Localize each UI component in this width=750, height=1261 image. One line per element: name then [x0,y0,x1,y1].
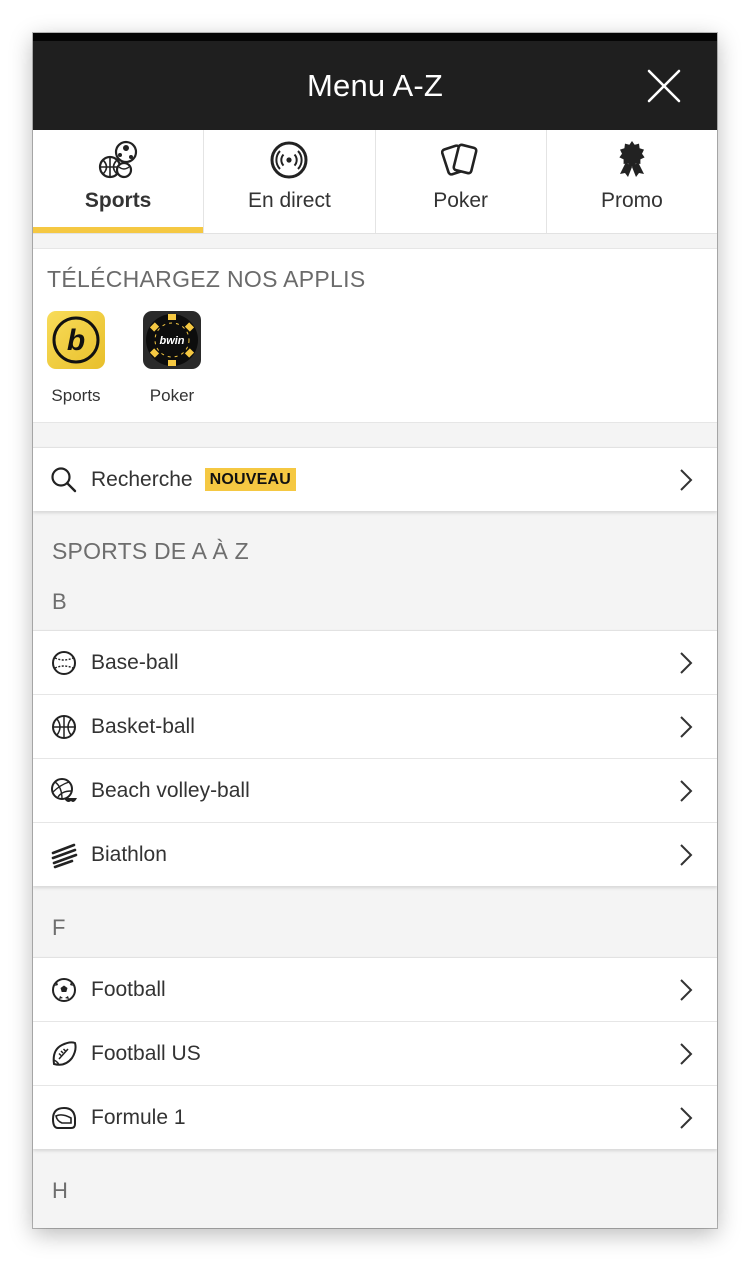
search-card: Recherche NOUVEAU [33,447,717,511]
sport-row-biathlon[interactable]: Biathlon [33,822,717,886]
beach-volleyball-icon [51,777,77,802]
tab-en-direct[interactable]: En direct [204,130,376,233]
tab-promo[interactable]: Promo [547,130,717,233]
racing-helmet-icon [51,1106,76,1129]
sport-label: Football US [91,1041,201,1065]
sport-row-beach-volleyball[interactable]: Beach volley-ball [33,758,717,822]
new-badge: NOUVEAU [204,468,296,491]
search-label: Recherche [91,467,193,491]
soccer-ball-icon [52,977,76,1002]
letter-heading-h: H [52,1178,68,1203]
close-button[interactable] [647,69,681,103]
svg-text:b: b [67,324,85,357]
app-list: b Sports bwin Poker [47,311,703,406]
menu-title: Menu A-Z [307,68,443,103]
sport-row-basketball[interactable]: Basket-ball [33,694,717,758]
tab-sports[interactable]: Sports [33,130,205,233]
chevron-right-icon [680,1042,693,1065]
letter-section-f: F [33,886,717,957]
live-broadcast-icon [270,141,308,179]
chevron-right-icon [680,651,693,674]
chevron-right-icon [680,843,693,866]
basketball-icon [52,714,76,739]
tab-sports-label: Sports [84,189,152,212]
sport-label: Formule 1 [91,1105,186,1129]
download-apps-section: TÉLÉCHARGEZ NOS APPLIS b Sports bwin Pok… [33,248,717,423]
tab-en-direct-label: En direct [247,189,331,212]
app-sports-label: Sports [51,386,101,405]
app-sports[interactable]: b Sports [47,311,143,406]
sport-label: Base-ball [91,650,179,674]
chevron-right-icon [680,779,693,802]
download-apps-title: TÉLÉCHARGEZ NOS APPLIS [47,266,366,292]
svg-text:bwin: bwin [159,335,184,347]
chevron-right-icon [680,715,693,738]
menu-header: Menu A-Z [33,33,717,130]
category-tabs: Sports En direct Poker Promo [33,130,717,234]
sport-label: Beach volley-ball [91,778,250,802]
close-icon [647,69,681,103]
sports-balls-icon [99,140,138,179]
app-poker-label: Poker [149,386,195,405]
letter-heading-f: F [52,915,66,940]
biathlon-icon [51,843,78,868]
tab-promo-label: Promo [600,189,663,212]
sport-row-baseball[interactable]: Base-ball [33,630,717,694]
tab-poker-label: Poker [433,189,489,212]
menu-panel: Menu A-Z Sports En direct Poker Promo TÉ… [33,33,717,1228]
letter-heading-b: B [52,589,67,614]
sports-az-title: SPORTS DE A À Z [52,538,249,564]
award-ribbon-icon [619,141,645,177]
chevron-right-icon [680,468,693,491]
chevron-right-icon [680,1106,693,1129]
search-row[interactable]: Recherche NOUVEAU [33,447,717,511]
sport-group-f: Football Football US Formule 1 [33,957,717,1149]
sport-row-football[interactable]: Football [33,957,717,1021]
sport-row-football-us[interactable]: Football US [33,1021,717,1085]
app-poker[interactable]: bwin Poker [143,311,239,406]
tab-poker[interactable]: Poker [376,130,547,233]
bwin-sports-app-icon: b [47,311,105,369]
playing-cards-icon [440,143,478,176]
bwin-poker-app-icon: bwin [143,311,201,369]
letter-section-h: H [33,1149,717,1220]
sport-label: Basket-ball [91,714,195,738]
sport-label: Biathlon [91,842,167,866]
american-football-icon [52,1040,77,1066]
sports-az-header: SPORTS DE A À Z B [33,511,717,630]
search-icon [51,466,77,492]
sport-label: Football [91,977,166,1001]
baseball-icon [52,650,76,675]
sport-group-b: Base-ball Basket-ball Beach volley-ball … [33,630,717,886]
sport-row-formule-1[interactable]: Formule 1 [33,1085,717,1149]
chevron-right-icon [680,978,693,1001]
